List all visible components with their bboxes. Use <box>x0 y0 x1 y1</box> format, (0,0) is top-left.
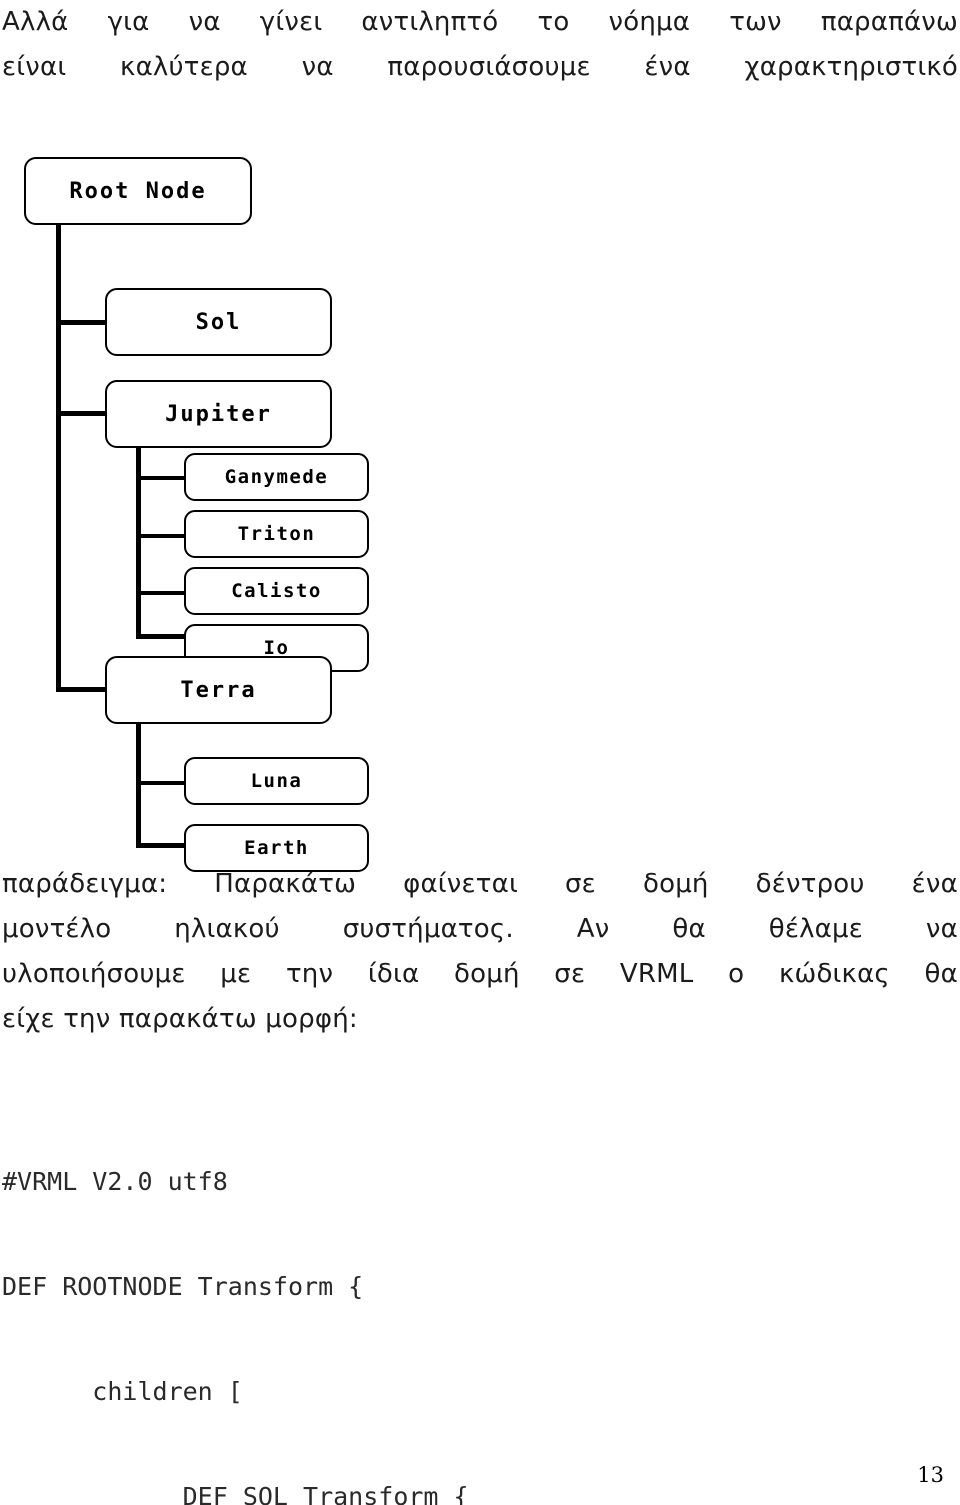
tree-node-sol-label: Sol <box>195 309 242 335</box>
code-line: DEF ROOTNODE Transform { <box>2 1272 364 1301</box>
intro-paragraph: Αλλά για να γίνει αντιληπτό το νόημα των… <box>2 0 958 90</box>
tree-node-earth[interactable]: Earth <box>184 824 369 872</box>
code-line: children [ <box>2 1377 243 1406</box>
tree-node-luna[interactable]: Luna <box>184 757 369 805</box>
connector-root-to-sol <box>56 320 108 325</box>
trunk-jupiter-vertical <box>136 446 141 638</box>
intro-line-1: Αλλά για να γίνει αντιληπτό το νόημα των… <box>2 7 958 37</box>
connector-io <box>136 634 188 639</box>
tree-node-ganymede-label: Ganymede <box>224 466 329 488</box>
connector-luna <box>136 781 188 785</box>
tree-node-calisto[interactable]: Calisto <box>184 567 369 615</box>
connector-earth <box>136 843 188 848</box>
code-line: DEF SOL Transform { <box>2 1482 469 1505</box>
tree-node-sol[interactable]: Sol <box>105 288 332 356</box>
tree-node-triton-label: Triton <box>237 523 316 545</box>
tree-node-earth-label: Earth <box>244 837 309 859</box>
connector-calisto <box>136 591 188 595</box>
tree-node-terra[interactable]: Terra <box>105 656 332 724</box>
tree-node-luna-label: Luna <box>250 770 303 792</box>
tree-node-jupiter[interactable]: Jupiter <box>105 380 332 448</box>
page-number: 13 <box>917 1463 944 1487</box>
tree-node-triton[interactable]: Triton <box>184 510 369 558</box>
example-line-2: μοντέλο ηλιακού συστήματος. Αν θα θέλαμε… <box>2 914 958 944</box>
trunk-root-vertical <box>56 225 61 691</box>
document-page: Αλλά για να γίνει αντιληπτό το νόημα των… <box>0 0 960 1505</box>
example-paragraph: παράδειγμα: Παρακάτω φαίνεται σε δομή δέ… <box>2 862 958 1042</box>
connector-triton <box>136 534 188 538</box>
tree-node-ganymede[interactable]: Ganymede <box>184 453 369 501</box>
tree-node-terra-label: Terra <box>180 677 257 703</box>
example-line-3: υλοποιήσουμε με την ίδια δομή σε VRML ο … <box>2 959 958 989</box>
example-line-1: παράδειγμα: Παρακάτω φαίνεται σε δομή δέ… <box>2 869 958 899</box>
intro-line-2: είναι καλύτερα να παρουσιάσουμε ένα χαρα… <box>2 52 958 82</box>
tree-node-root[interactable]: Root Node <box>24 157 252 225</box>
connector-ganymede <box>136 476 188 480</box>
tree-node-jupiter-label: Jupiter <box>165 401 272 427</box>
tree-node-calisto-label: Calisto <box>231 580 322 602</box>
tree-node-root-label: Root Node <box>69 178 207 204</box>
vrml-code-block: #VRML V2.0 utf8 DEF ROOTNODE Transform {… <box>2 1094 952 1505</box>
connector-root-to-jupiter <box>56 411 108 416</box>
scene-graph-tree-diagram: Root Node Sol Jupiter Ganymede Triton Ca… <box>0 140 420 872</box>
example-line-4: είχε την παρακάτω μορφή: <box>2 1004 358 1034</box>
code-line: #VRML V2.0 utf8 <box>2 1167 228 1196</box>
connector-root-to-terra <box>56 687 108 692</box>
